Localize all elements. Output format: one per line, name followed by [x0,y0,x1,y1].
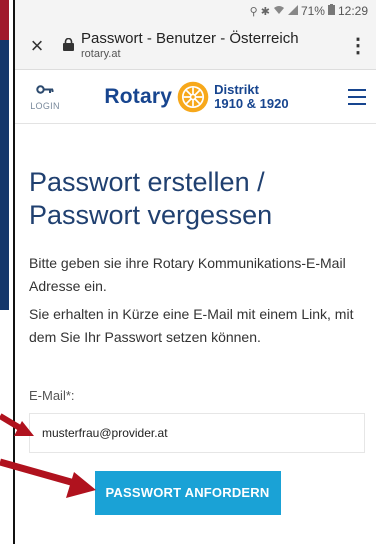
clock: 12:29 [337,4,368,18]
site-header: LOGIN Rotary Distrikt 1910 & 1920 [15,70,376,124]
signal-icon [287,4,298,18]
login-label: LOGIN [30,101,60,111]
site-logo[interactable]: Rotary Distrikt 1910 & 1920 [65,80,328,114]
battery-percent: 71% [300,4,325,18]
browser-url-bar: × Passwort - Benutzer - Österreich rotar… [15,22,376,70]
page-title: Passwort erstellen / Passwort vergessen [29,167,273,231]
status-bar: ⚲ ✱ 71% 12:29 [15,0,376,22]
district-label: Distrikt 1910 & 1920 [214,81,289,111]
phone-screen: ⚲ ✱ 71% 12:29 × Passwort - Benutzer - Ös… [13,0,376,544]
battery-icon [327,4,335,18]
location-icon: ⚲ [249,5,258,18]
more-vert-icon[interactable]: ⋮ [348,33,368,58]
request-password-button[interactable]: PASSWORT ANFORDERN [94,470,281,515]
hamburger-icon[interactable] [340,88,366,105]
slide-blue-block [0,40,9,310]
intro-text: Bitte geben sie ihre Rotary Kommunikatio… [29,255,346,294]
brand-name: Rotary [104,84,173,108]
email-label: E-Mail*: [29,387,75,403]
tab-title: Passwort - Benutzer - Österreich [81,30,299,48]
rotary-wheel-icon [177,81,209,112]
slide-red-block [0,0,9,40]
page-address[interactable]: Passwort - Benutzer - Österreich rotary.… [81,31,348,60]
main-content: Passwort erstellen / Passwort vergessen … [15,124,376,515]
background-slide-edge [0,0,14,544]
lock-icon [63,37,77,54]
close-icon[interactable]: × [25,33,49,59]
key-icon [25,82,65,98]
email-field[interactable] [29,412,365,453]
login-button[interactable]: LOGIN [25,82,65,111]
bluetooth-icon: ✱ [260,5,270,18]
url-host: rotary.at [81,47,121,60]
info-text: Sie erhalten in Kürze eine E-Mail mit ei… [29,306,354,345]
wifi-icon [273,5,285,18]
